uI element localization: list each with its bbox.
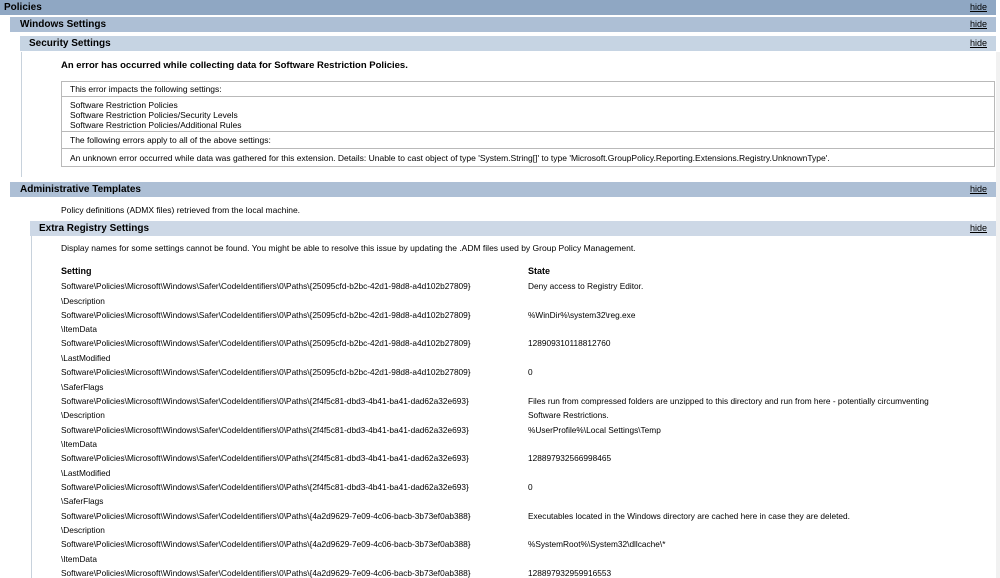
admin-templates-header: Administrative Templates hide [10,182,996,197]
column-header-setting: Setting [61,266,92,276]
setting-cell: Software\Policies\Microsoft\Windows\Safe… [61,453,469,464]
error-impacts-label: This error impacts the following setting… [70,84,222,94]
setting-cell-continued: \Description [61,525,105,536]
extra-registry-title: Extra Registry Settings [39,223,150,234]
state-cell: %SystemRoot%\System32\dllcache\* [528,539,666,550]
vertical-scrollbar[interactable] [996,52,1000,578]
setting-cell: Software\Policies\Microsoft\Windows\Safe… [61,481,469,492]
impacted-item: Software Restriction Policies [70,100,178,110]
setting-cell: Software\Policies\Microsoft\Windows\Safe… [61,424,469,435]
setting-cell-continued: \Description [61,295,105,306]
setting-cell: Software\Policies\Microsoft\Windows\Safe… [61,510,471,521]
setting-cell-continued: \SaferFlags [61,496,104,507]
setting-cell-continued: \ItemData [61,439,97,449]
windows-settings-title: Windows Settings [20,19,107,30]
state-cell: 128897932566998465 [528,453,612,464]
state-cell-continued: Software Restrictions. [528,410,609,421]
setting-cell-continued: \SaferFlags [61,381,104,392]
error-impacted-list: Software Restriction Policies Software R… [61,96,995,132]
error-applies-label-box: The following errors apply to all of the… [61,131,995,149]
state-cell: Deny access to Registry Editor. [528,281,644,291]
setting-cell: Software\Policies\Microsoft\Windows\Safe… [61,338,471,349]
error-title: An error has occurred while collecting d… [61,60,408,71]
setting-cell-continued: \Description [61,410,105,421]
setting-cell: Software\Policies\Microsoft\Windows\Safe… [61,568,471,578]
security-settings-hide-link[interactable]: hide [970,36,987,51]
column-header-state: State [528,266,551,276]
error-detail: An unknown error occurred while data was… [70,153,830,163]
state-cell: Executables located in the Windows direc… [528,510,850,521]
admin-templates-title: Administrative Templates [20,184,141,195]
state-cell: Files run from compressed folders are un… [528,395,929,406]
policies-title: Policies [4,2,42,13]
state-cell: 128897932959916553 [528,568,612,578]
extra-registry-hide-link[interactable]: hide [970,221,987,236]
setting-cell: Software\Policies\Microsoft\Windows\Safe… [61,281,471,291]
setting-cell: Software\Policies\Microsoft\Windows\Safe… [61,367,471,378]
security-settings-header: Security Settings hide [20,36,996,51]
state-cell: %WinDir%\system32\reg.exe [528,309,636,320]
setting-cell-continued: \ItemData [61,324,97,335]
windows-settings-header: Windows Settings hide [10,17,996,32]
setting-cell: Software\Policies\Microsoft\Windows\Safe… [61,395,469,406]
impacted-item: Software Restriction Policies/Additional… [70,120,242,130]
state-cell: 0 [528,367,533,378]
admin-templates-hide-link[interactable]: hide [970,182,987,197]
setting-cell-continued: \LastModified [61,467,111,478]
error-applies-label: The following errors apply to all of the… [70,135,271,145]
setting-cell: Software\Policies\Microsoft\Windows\Safe… [61,309,471,320]
admin-templates-description: Policy definitions (ADMX files) retrieve… [61,205,301,215]
policies-header: Policies hide [0,0,996,15]
setting-cell-continued: \LastModified [61,352,111,363]
extra-registry-description: Display names for some settings cannot b… [61,243,636,253]
windows-settings-hide-link[interactable]: hide [970,17,987,32]
setting-cell: Software\Policies\Microsoft\Windows\Safe… [61,539,471,550]
state-cell: 0 [528,481,533,492]
extra-registry-header: Extra Registry Settings hide [30,221,996,236]
policies-hide-link[interactable]: hide [970,0,987,15]
state-cell: %UserProfile%\Local Settings\Temp [528,424,661,435]
state-cell: 128909310118812760 [528,338,611,349]
setting-cell-continued: \ItemData [61,553,97,564]
error-impacts-label-box: This error impacts the following setting… [61,81,995,97]
error-detail-box: An unknown error occurred while data was… [61,148,995,167]
security-settings-title: Security Settings [29,38,111,49]
impacted-item: Software Restriction Policies/Security L… [70,110,238,120]
